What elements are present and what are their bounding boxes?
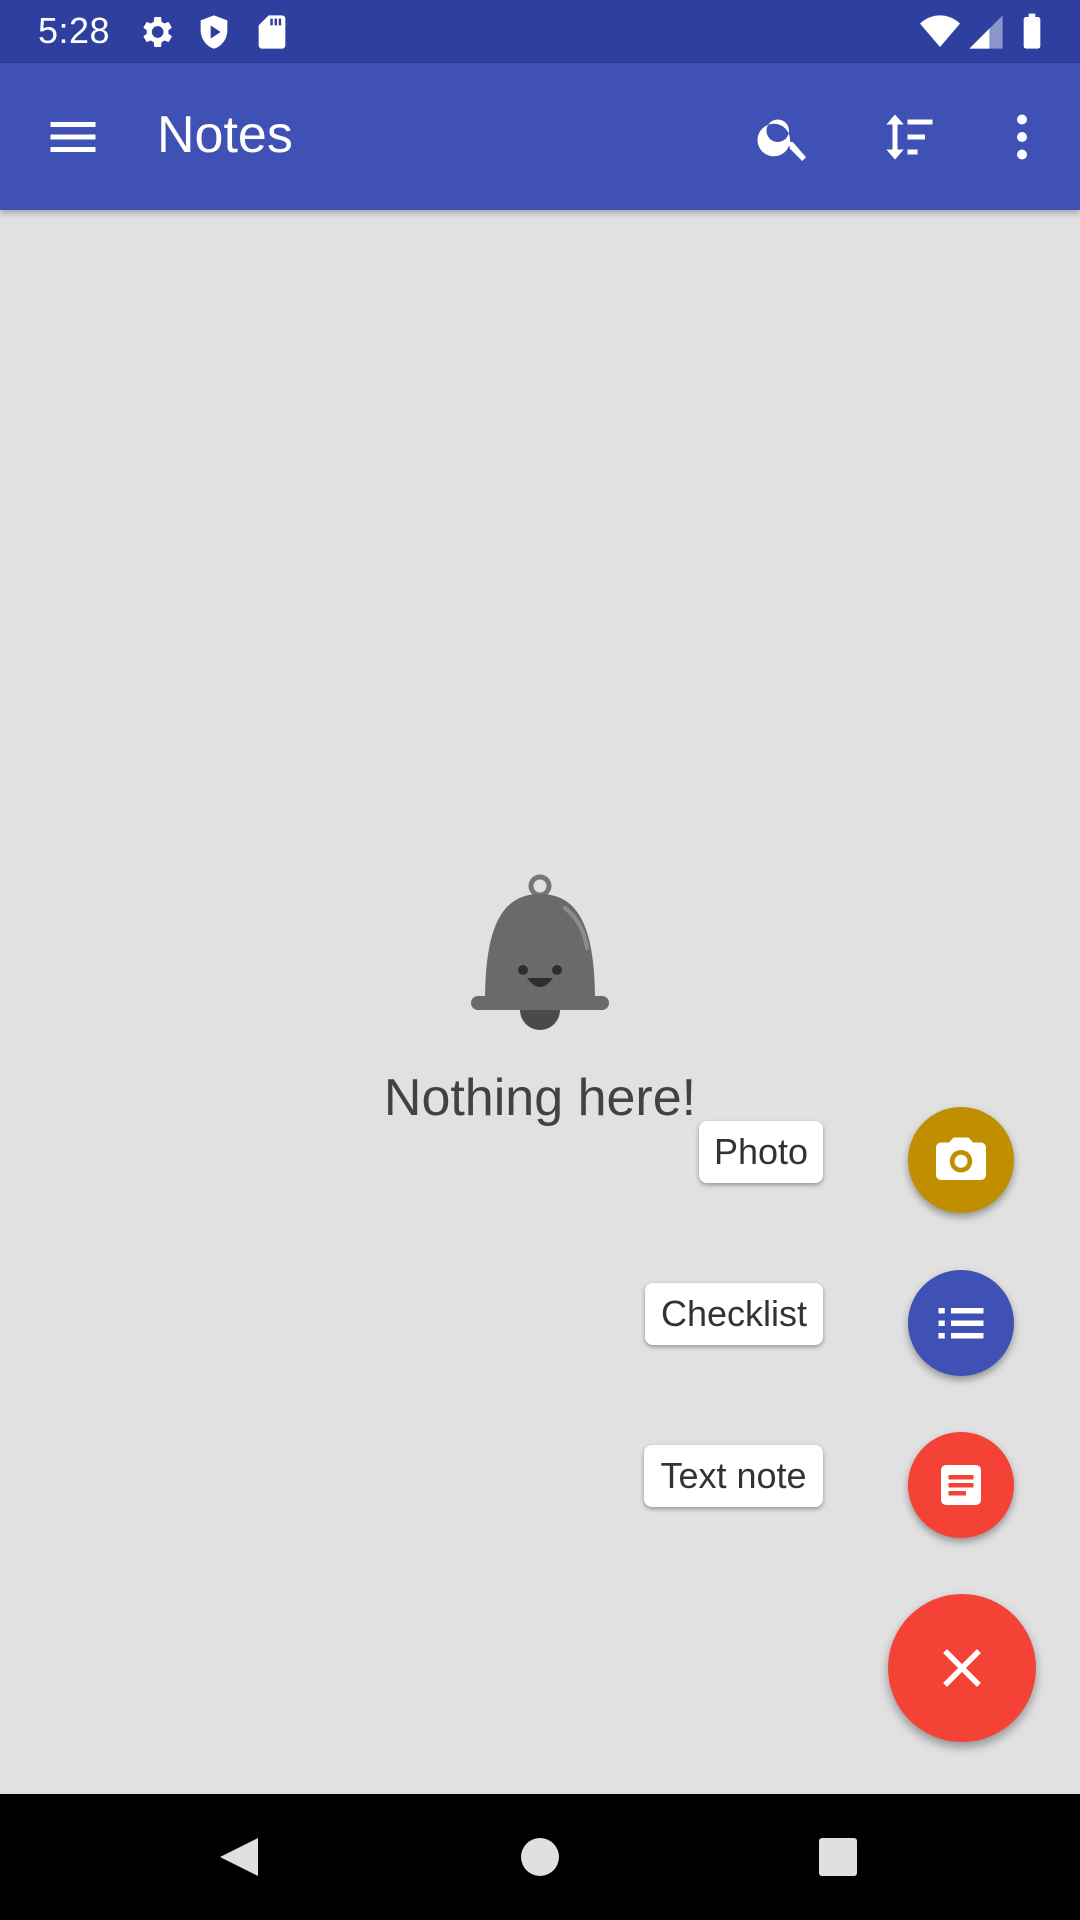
back-icon[interactable] bbox=[206, 1824, 272, 1890]
text-note-label[interactable]: Text note bbox=[644, 1445, 823, 1507]
empty-message: Nothing here! bbox=[383, 1069, 697, 1127]
page-title: Notes bbox=[157, 106, 293, 164]
shield-play-icon bbox=[200, 15, 228, 49]
battery-icon bbox=[1023, 13, 1041, 49]
menu-icon[interactable] bbox=[43, 107, 103, 167]
recents-icon[interactable] bbox=[805, 1824, 871, 1890]
search-icon[interactable] bbox=[754, 107, 814, 167]
photo-fab[interactable] bbox=[908, 1107, 1014, 1213]
home-icon[interactable] bbox=[507, 1824, 573, 1890]
more-vert-icon[interactable] bbox=[992, 107, 1052, 167]
camera-icon bbox=[936, 1137, 986, 1180]
close-icon bbox=[943, 1649, 981, 1687]
bell-icon bbox=[471, 874, 609, 1030]
status-time: 5:28 bbox=[38, 10, 111, 51]
close-fab[interactable] bbox=[888, 1594, 1036, 1742]
text-note-fab[interactable] bbox=[908, 1432, 1014, 1538]
empty-state bbox=[0, 870, 1080, 1035]
checklist-label[interactable]: Checklist bbox=[645, 1283, 823, 1345]
app-bar: Notes bbox=[0, 63, 1080, 210]
settings-icon bbox=[143, 17, 172, 47]
signal-icon bbox=[969, 15, 1003, 49]
status-bar: 5:28 bbox=[0, 0, 1080, 63]
photo-label[interactable]: Photo bbox=[699, 1121, 823, 1183]
wifi-icon bbox=[920, 15, 960, 47]
checklist-icon bbox=[938, 1308, 984, 1339]
navigation-bar bbox=[0, 1794, 1080, 1920]
text-note-icon bbox=[941, 1465, 981, 1505]
sort-icon[interactable] bbox=[880, 107, 940, 167]
checklist-fab[interactable] bbox=[908, 1270, 1014, 1376]
sd-card-icon bbox=[258, 15, 286, 49]
